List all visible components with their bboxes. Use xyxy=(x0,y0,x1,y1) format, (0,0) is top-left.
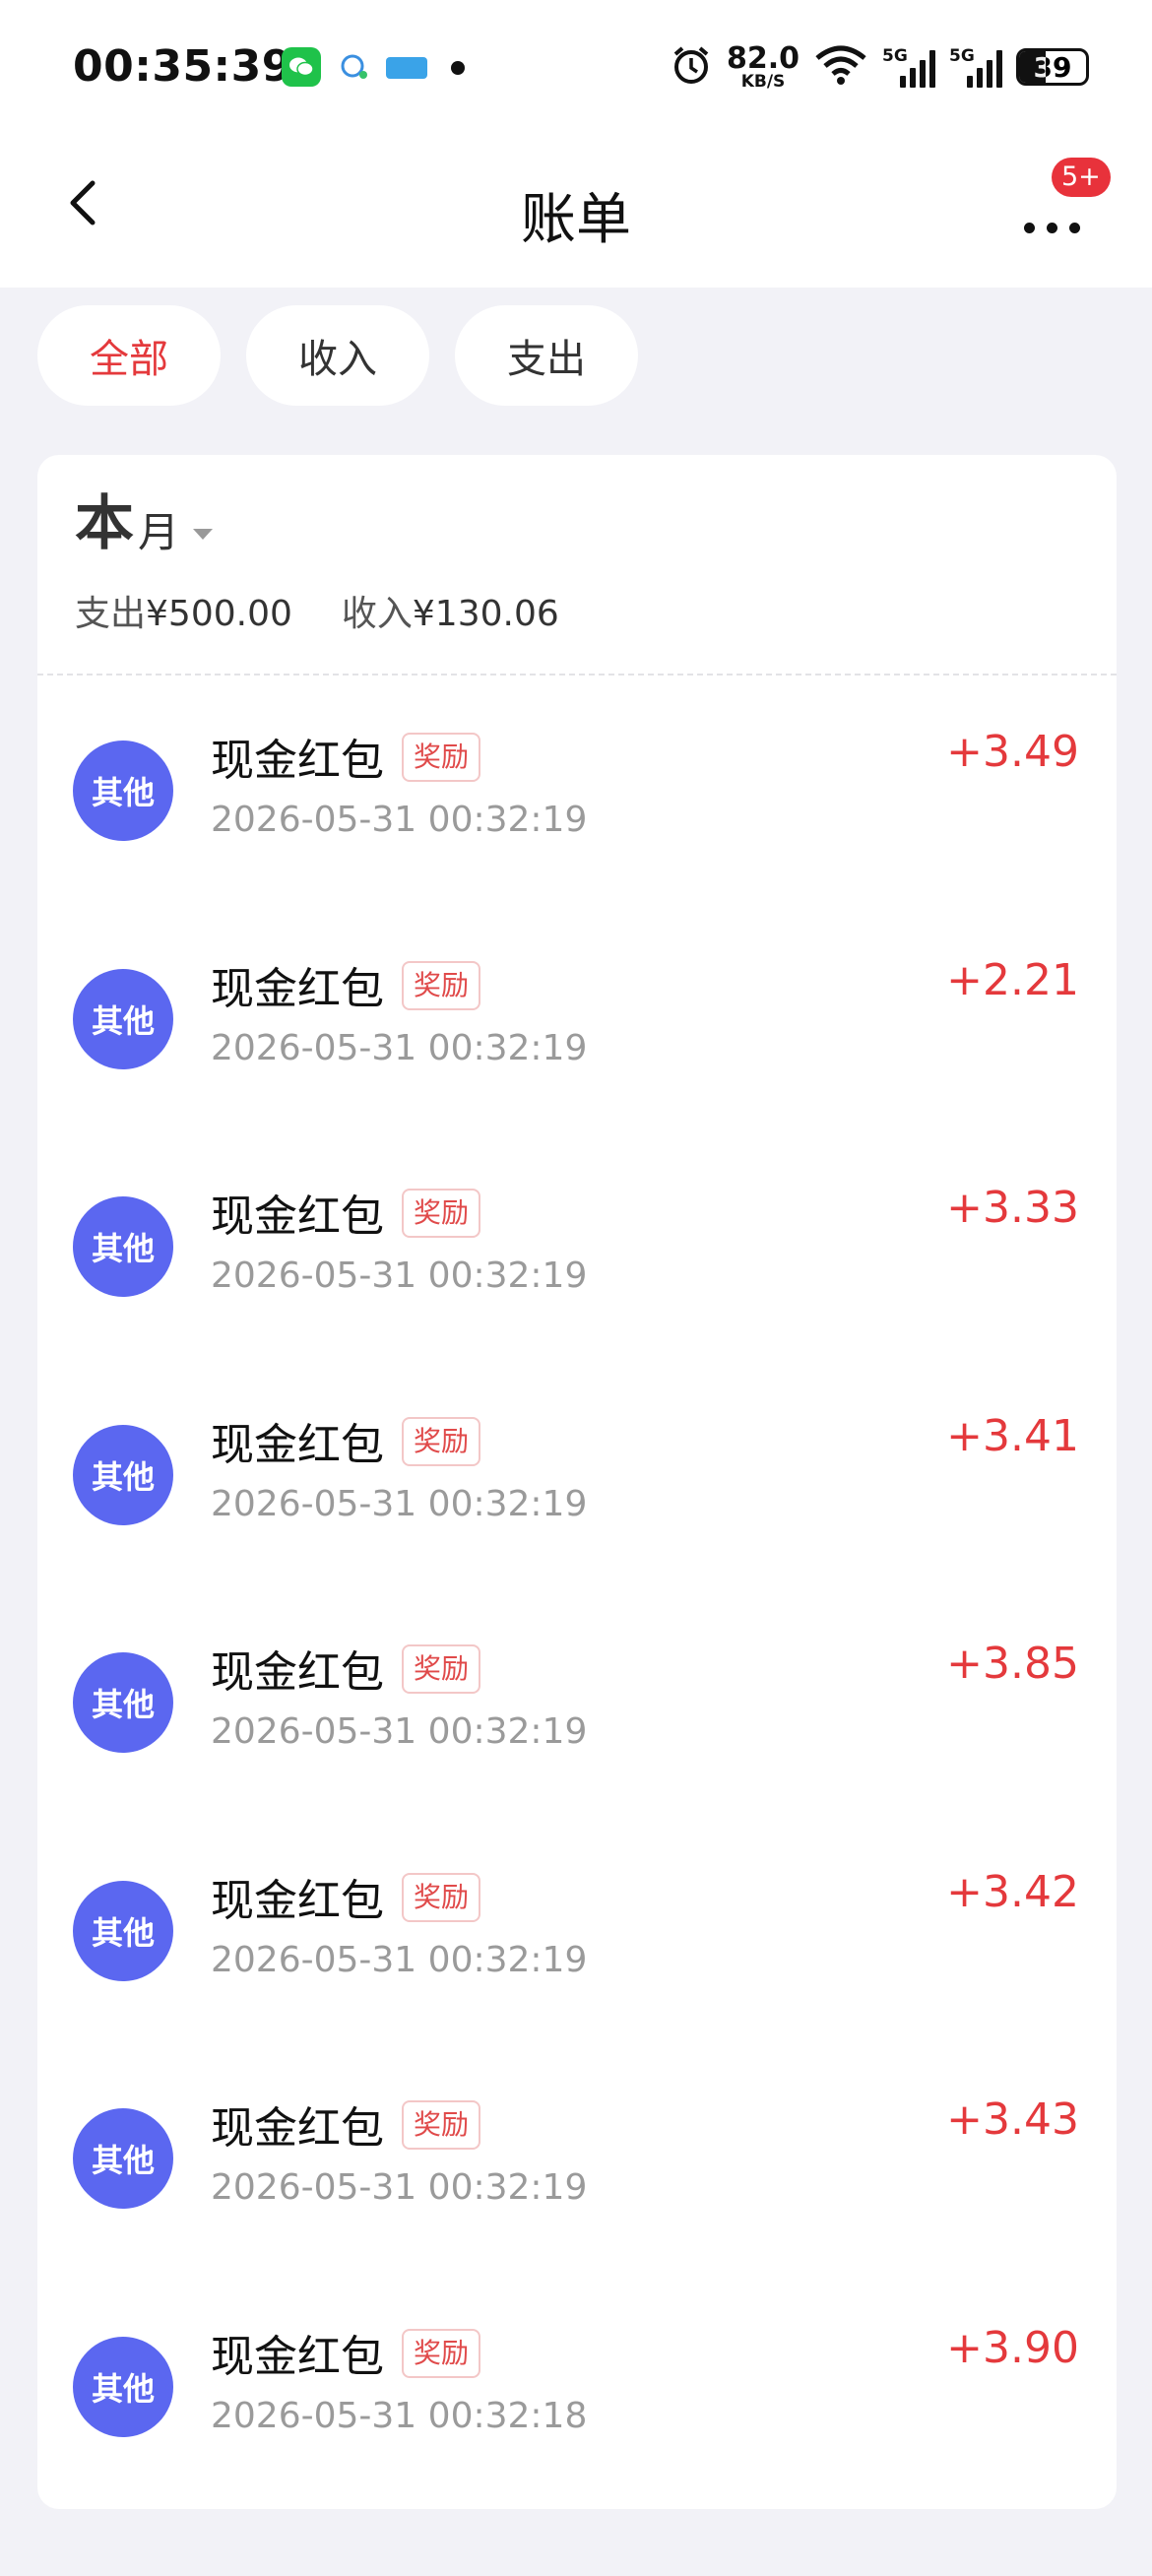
reward-tag: 奖励 xyxy=(402,2100,481,2150)
category-avatar: 其他 xyxy=(73,1880,173,1981)
wifi-icon xyxy=(813,44,868,90)
reward-tag: 奖励 xyxy=(402,733,481,782)
reward-tag: 奖励 xyxy=(402,1189,481,1238)
transaction-amount: +3.49 xyxy=(946,727,1079,777)
transaction-amount: +2.21 xyxy=(946,954,1079,1005)
transaction-row[interactable]: 其他 现金红包 奖励 2026-05-31 00:32:19 +3.41 xyxy=(37,1360,1117,1588)
filter-tabs: 全部 收入 支出 xyxy=(37,305,638,406)
tab-all[interactable]: 全部 xyxy=(37,305,221,406)
transaction-title: 现金红包 xyxy=(211,1191,384,1242)
category-avatar: 其他 xyxy=(73,741,173,841)
month-summary: 支出¥500.00 收入¥130.06 xyxy=(75,585,559,636)
transaction-time: 2026-05-31 00:32:19 xyxy=(211,1256,588,1296)
category-avatar: 其他 xyxy=(73,2336,173,2437)
notification-badge: 5+ xyxy=(1052,158,1111,197)
signal-5g-icon-2: 5G xyxy=(949,46,1002,88)
transaction-row[interactable]: 其他 现金红包 奖励 2026-05-31 00:32:19 +3.42 xyxy=(37,1816,1117,2044)
category-avatar: 其他 xyxy=(73,1652,173,1753)
transaction-amount: +3.41 xyxy=(946,1410,1079,1461)
transaction-title: 现金红包 xyxy=(211,963,384,1014)
transaction-amount: +3.85 xyxy=(946,1639,1079,1689)
transaction-row[interactable]: 其他 现金红包 奖励 2026-05-31 00:32:18 +3.90 xyxy=(37,2272,1117,2500)
tab-expense[interactable]: 支出 xyxy=(455,305,638,406)
category-avatar: 其他 xyxy=(73,1196,173,1297)
reward-tag: 奖励 xyxy=(402,2328,481,2378)
tab-income[interactable]: 收入 xyxy=(246,305,429,406)
transaction-row[interactable]: 其他 现金红包 奖励 2026-05-31 00:32:19 +3.43 xyxy=(37,2043,1117,2272)
transaction-time: 2026-05-31 00:32:19 xyxy=(211,2167,588,2208)
transaction-title: 现金红包 xyxy=(211,2103,384,2154)
reward-tag: 奖励 xyxy=(402,960,481,1010)
transaction-row[interactable]: 其他 现金红包 奖励 2026-05-31 00:32:19 +3.85 xyxy=(37,1587,1117,1816)
expense-amount: ¥500.00 xyxy=(146,594,292,634)
signal-5g-icon-1: 5G xyxy=(882,46,935,88)
transaction-time: 2026-05-31 00:32:19 xyxy=(211,800,588,840)
transaction-list: 其他 现金红包 奖励 2026-05-31 00:32:19 +3.49 其他 … xyxy=(37,676,1117,2499)
transaction-row[interactable]: 其他 现金红包 奖励 2026-05-31 00:32:19 +3.49 xyxy=(37,676,1117,904)
bill-card: 本 月 支出¥500.00 收入¥130.06 其他 现金红包 奖励 2026-… xyxy=(37,455,1117,2509)
alarm-icon xyxy=(670,43,713,91)
wechat-icon xyxy=(282,47,321,87)
transaction-title: 现金红包 xyxy=(211,1419,384,1470)
transaction-title: 现金红包 xyxy=(211,1875,384,1926)
transaction-time: 2026-05-31 00:32:19 xyxy=(211,1711,588,1752)
transaction-time: 2026-05-31 00:32:19 xyxy=(211,1027,588,1068)
reward-tag: 奖励 xyxy=(402,1872,481,1922)
more-notifications-dot xyxy=(451,61,465,75)
period-label-small: 月 xyxy=(138,508,180,556)
transaction-time: 2026-05-31 00:32:19 xyxy=(211,1939,588,1980)
more-dots-icon xyxy=(1024,223,1035,233)
battery-level: 39 xyxy=(1033,50,1072,84)
transaction-title: 现金红包 xyxy=(211,736,384,786)
expense-summary: 支出¥500.00 xyxy=(75,594,292,634)
reward-tag: 奖励 xyxy=(402,1644,481,1694)
transaction-row[interactable]: 其他 现金红包 奖励 2026-05-31 00:32:19 +3.33 xyxy=(37,1131,1117,1360)
period-selector[interactable]: 本 月 xyxy=(75,489,214,558)
income-summary: 收入¥130.06 xyxy=(341,594,559,634)
transaction-amount: +3.42 xyxy=(946,1866,1079,1917)
transaction-amount: +3.90 xyxy=(946,2322,1079,2373)
transaction-title: 现金红包 xyxy=(211,1647,384,1698)
caret-down-icon xyxy=(193,529,214,540)
transaction-time: 2026-05-31 00:32:19 xyxy=(211,1483,588,1524)
transaction-time: 2026-05-31 00:32:18 xyxy=(211,2395,588,2436)
reward-tag: 奖励 xyxy=(402,1416,481,1466)
transaction-title: 现金红包 xyxy=(211,2331,384,2382)
category-avatar: 其他 xyxy=(73,968,173,1069)
category-avatar: 其他 xyxy=(73,1424,173,1525)
category-avatar: 其他 xyxy=(73,2108,173,2209)
status-bar: 00:35:39 82.0 KB/S 5G 5G 39 xyxy=(0,0,1152,138)
chat-bubble-icon xyxy=(335,47,374,87)
period-label-big: 本 xyxy=(75,489,134,558)
status-time: 00:35:39 xyxy=(73,41,292,92)
network-speed: 82.0 KB/S xyxy=(726,40,800,92)
transaction-amount: +3.33 xyxy=(946,1183,1079,1233)
card-icon xyxy=(386,57,427,79)
more-button[interactable] xyxy=(1018,199,1087,238)
nav-bar: 账单 5+ xyxy=(0,138,1152,288)
transaction-amount: +3.43 xyxy=(946,2094,1079,2145)
income-amount: ¥130.06 xyxy=(412,594,559,634)
battery-icon: 39 xyxy=(1016,48,1089,86)
transaction-row[interactable]: 其他 现金红包 奖励 2026-05-31 00:32:19 +2.21 xyxy=(37,904,1117,1132)
page-title: 账单 xyxy=(521,188,631,252)
